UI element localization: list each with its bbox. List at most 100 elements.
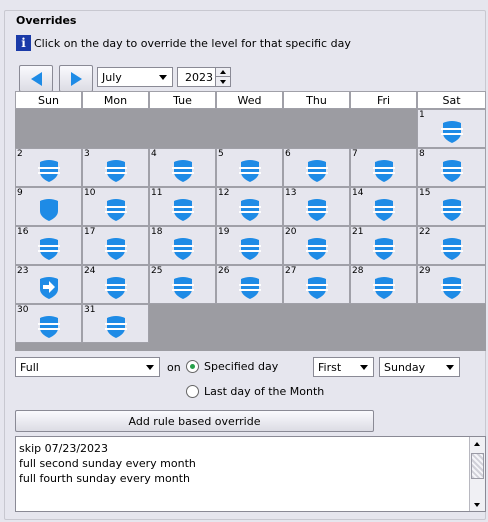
shield-striped-icon	[440, 197, 463, 224]
list-item[interactable]: skip 07/23/2023	[19, 442, 108, 455]
calendar-day[interactable]: 8	[417, 148, 486, 187]
weekday-select[interactable]: Sunday	[379, 357, 460, 377]
calendar-day[interactable]: 17	[82, 226, 149, 265]
day-number: 28	[352, 266, 364, 276]
shield-full-icon	[38, 197, 60, 224]
day-number: 29	[419, 266, 431, 276]
calendar-day[interactable]: 14	[350, 187, 417, 226]
next-month-button[interactable]	[59, 65, 93, 92]
calendar-day[interactable]: 19	[216, 226, 283, 265]
add-rule-button[interactable]: Add rule based override	[15, 410, 374, 432]
day-number: 7	[352, 149, 358, 159]
calendar-day[interactable]: 27	[283, 265, 350, 304]
calendar-day[interactable]: 24	[82, 265, 149, 304]
level-value: Full	[20, 360, 39, 374]
day-number: 19	[218, 227, 230, 237]
shield-striped-icon	[440, 275, 463, 302]
day-number: 8	[419, 149, 425, 159]
calendar-day[interactable]: 5	[216, 148, 283, 187]
calendar-day[interactable]: 31	[82, 304, 149, 343]
year-decrement-button[interactable]	[216, 77, 230, 86]
last-day-label[interactable]: Last day of the Month	[204, 385, 324, 398]
chevron-down-icon	[220, 79, 226, 84]
day-number: 18	[151, 227, 163, 237]
scroll-down-button[interactable]	[470, 498, 484, 511]
shield-striped-icon	[171, 236, 194, 263]
shield-striped-icon	[37, 314, 60, 341]
weekday-value: Sunday	[384, 360, 426, 374]
calendar-day[interactable]: 22	[417, 226, 486, 265]
shield-striped-icon	[440, 236, 463, 263]
day-number: 13	[285, 188, 297, 198]
calendar-day[interactable]: 3	[82, 148, 149, 187]
level-select[interactable]: Full	[15, 357, 160, 377]
calendar-day[interactable]: 1	[417, 109, 486, 148]
shield-striped-icon	[372, 236, 395, 263]
shield-striped-icon	[238, 158, 261, 185]
calendar-day[interactable]: 29	[417, 265, 486, 304]
info-row: i Click on the day to override the level…	[16, 34, 351, 52]
calendar-day[interactable]: 6	[283, 148, 350, 187]
calendar-day[interactable]: 7	[350, 148, 417, 187]
day-number: 30	[17, 305, 29, 315]
prev-month-button[interactable]	[19, 65, 53, 92]
year-increment-button[interactable]	[216, 68, 230, 77]
specified-day-radio[interactable]	[186, 360, 199, 373]
shield-striped-icon	[37, 158, 60, 185]
chevron-down-icon	[146, 365, 154, 370]
last-day-radio[interactable]	[186, 385, 199, 398]
day-number: 12	[218, 188, 230, 198]
weekday-header: Sun	[15, 91, 82, 109]
ordinal-select[interactable]: First	[313, 357, 374, 377]
on-label: on	[167, 361, 181, 374]
calendar-day[interactable]: 23	[15, 265, 82, 304]
scroll-thumb[interactable]	[471, 453, 484, 479]
day-number: 16	[17, 227, 29, 237]
calendar-day[interactable]: 11	[149, 187, 216, 226]
calendar-day[interactable]: 18	[149, 226, 216, 265]
shield-striped-icon	[104, 197, 127, 224]
shield-striped-icon	[440, 119, 463, 146]
shield-striped-icon	[305, 236, 328, 263]
shield-striped-icon	[440, 158, 463, 185]
shield-striped-icon	[104, 158, 127, 185]
day-number: 11	[151, 188, 163, 198]
list-item[interactable]: full second sunday every month	[19, 457, 196, 470]
calendar-day[interactable]: 9	[15, 187, 82, 226]
rules-list[interactable]: skip 07/23/2023 full second sunday every…	[15, 436, 486, 512]
chevron-up-icon	[220, 70, 226, 74]
day-number: 17	[84, 227, 96, 237]
calendar-day[interactable]: 21	[350, 226, 417, 265]
calendar-day[interactable]: 10	[82, 187, 149, 226]
calendar-day[interactable]: 16	[15, 226, 82, 265]
scrollbar[interactable]	[469, 437, 485, 511]
day-number: 26	[218, 266, 230, 276]
calendar-day[interactable]: 20	[283, 226, 350, 265]
calendar-day[interactable]: 13	[283, 187, 350, 226]
shield-striped-icon	[171, 158, 194, 185]
list-item[interactable]: full fourth sunday every month	[19, 472, 190, 485]
calendar-day[interactable]: 28	[350, 265, 417, 304]
shield-striped-icon	[372, 275, 395, 302]
calendar-day[interactable]: 12	[216, 187, 283, 226]
shield-skip-icon	[38, 275, 60, 302]
day-number: 21	[352, 227, 364, 237]
shield-striped-icon	[305, 275, 328, 302]
year-spinner[interactable]: 2023	[177, 67, 231, 87]
calendar-day[interactable]: 4	[149, 148, 216, 187]
shield-striped-icon	[305, 197, 328, 224]
calendar-day[interactable]: 15	[417, 187, 486, 226]
scroll-up-button[interactable]	[470, 437, 484, 450]
specified-day-label[interactable]: Specified day	[204, 360, 278, 373]
calendar-day[interactable]: 25	[149, 265, 216, 304]
calendar-day[interactable]: 26	[216, 265, 283, 304]
calendar-day[interactable]: 2	[15, 148, 82, 187]
info-icon: i	[16, 35, 31, 51]
weekday-header: Thu	[283, 91, 350, 109]
year-value: 2023	[185, 71, 213, 84]
day-number: 20	[285, 227, 297, 237]
info-text: Click on the day to override the level f…	[34, 36, 351, 50]
month-select[interactable]: July	[97, 67, 173, 87]
calendar-day[interactable]: 30	[15, 304, 82, 343]
weekday-header: Wed	[216, 91, 283, 109]
